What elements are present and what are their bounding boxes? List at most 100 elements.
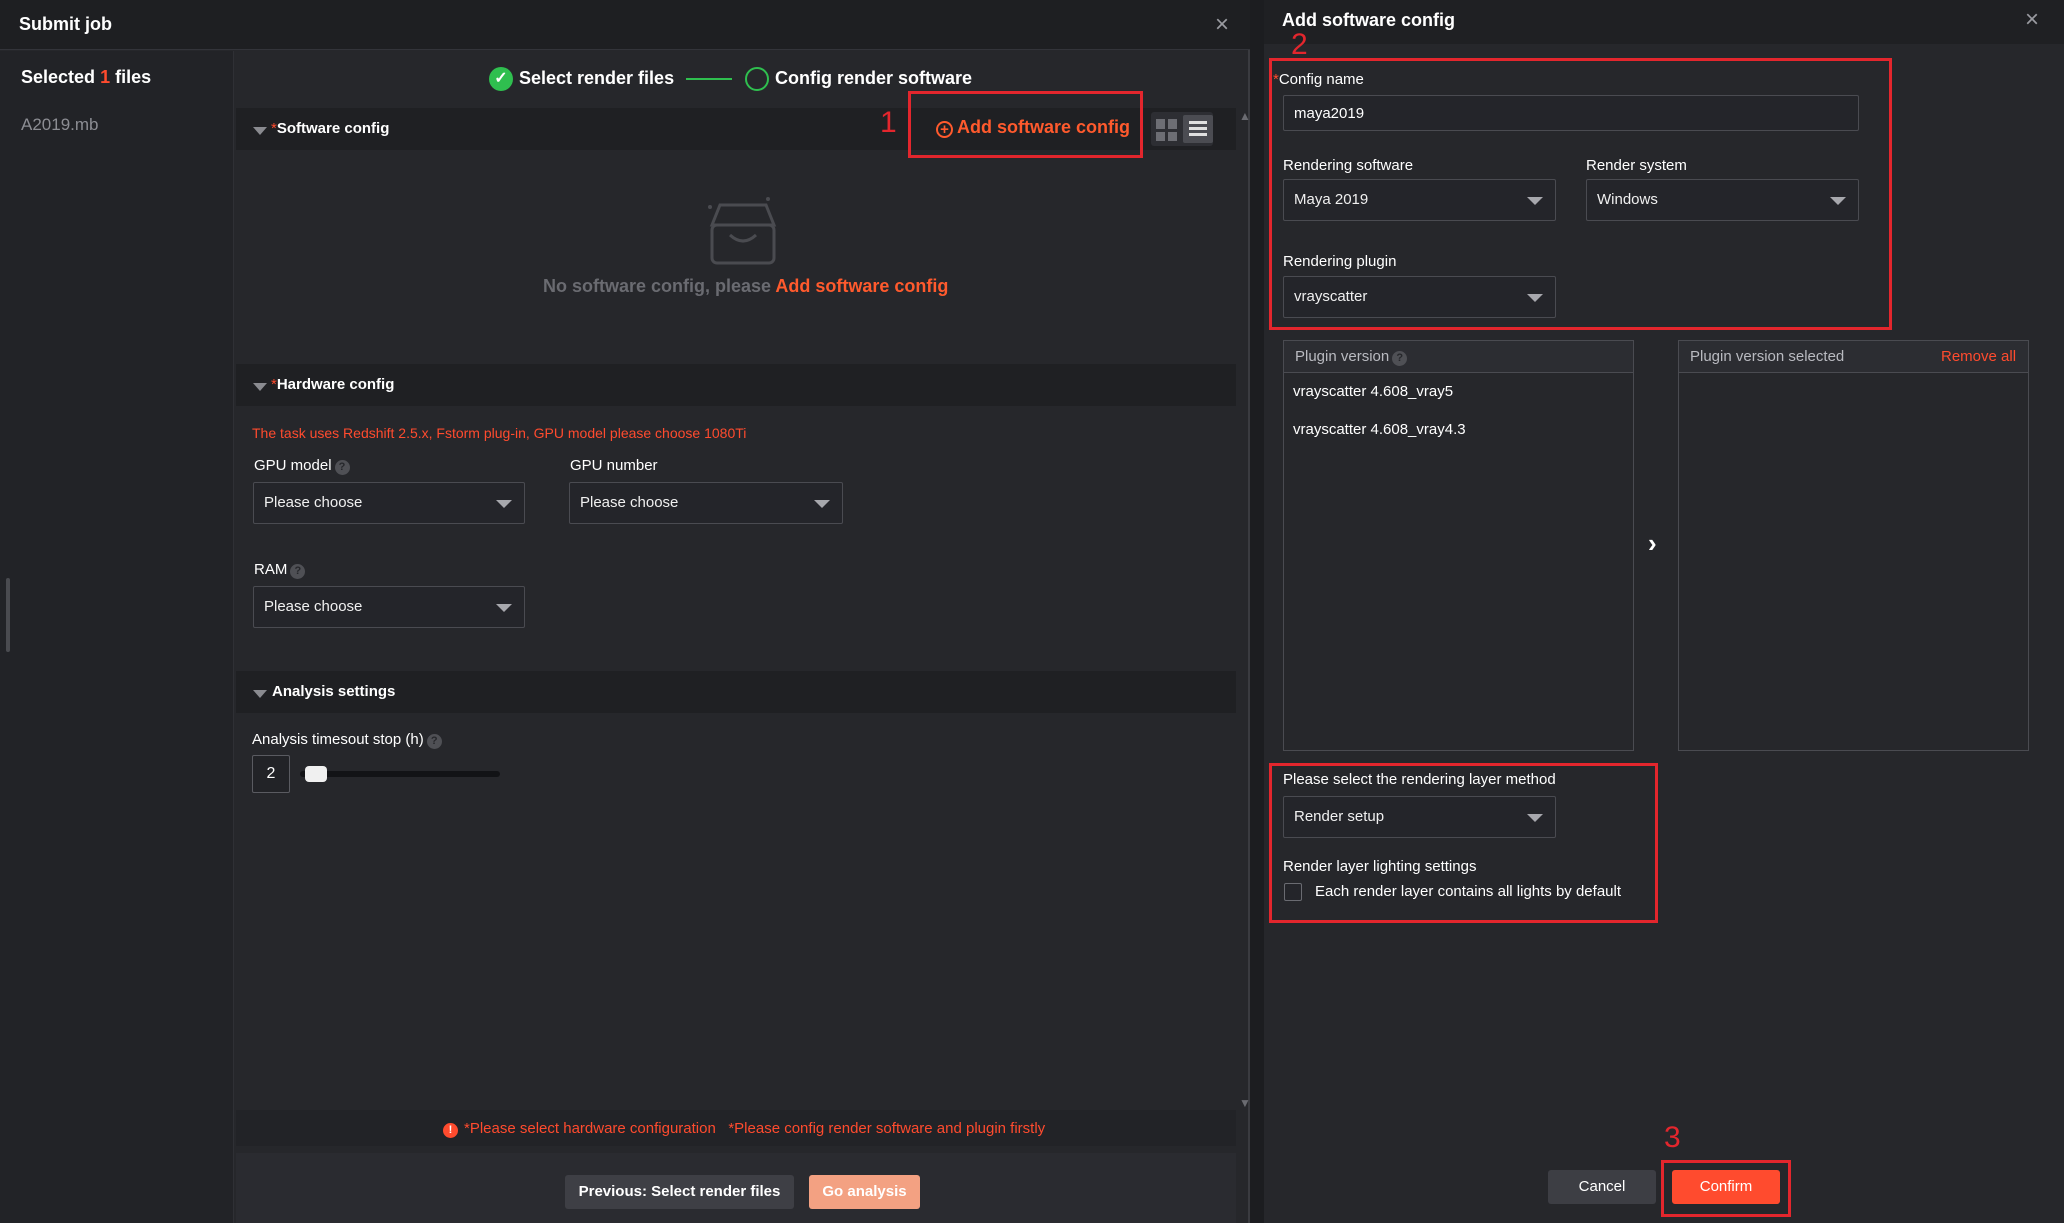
software-error-text: *Please config render software and plugi… [728,1120,1046,1137]
config-name-input[interactable]: maya2019 [1283,95,1859,131]
previous-button[interactable]: Previous: Select render files [565,1175,794,1209]
help-icon[interactable]: ? [1392,351,1408,366]
empty-state-text: No software config, please [543,276,772,296]
render-system-label: Render system [1586,157,1687,174]
chevron-right-icon[interactable]: › [1648,528,1657,559]
file-item[interactable]: A2019.mb [21,115,99,135]
error-icon: ! [443,1123,458,1138]
add-software-config-panel: Add software config × 2 *Config name may… [1264,0,2064,1223]
step-done-check-icon: ✓ [489,67,513,91]
hardware-config-title: *Hardware config [271,376,394,394]
analysis-timeout-input[interactable]: 2 [252,755,290,793]
add-software-config-button[interactable]: + Add software config [936,117,1130,138]
help-icon[interactable]: ? [290,564,306,579]
rendering-plugin-select[interactable]: vrayscatter [1283,276,1556,318]
analysis-settings-section-header[interactable]: Analysis settings [236,671,1236,713]
config-name-label-text: Config name [1278,71,1364,88]
rendering-plugin-label: Rendering plugin [1283,253,1397,270]
layer-method-label: Please select the rendering layer method [1283,771,1556,788]
config-name-value: maya2019 [1294,105,1365,122]
collapse-arrow-icon[interactable] [253,383,267,391]
ram-value: Please choose [264,598,363,615]
view-toggle [1151,112,1213,146]
panel-scrollbar[interactable] [6,578,10,652]
software-config-label: Software config [276,120,390,137]
analysis-timeout-label-text: Analysis timesout stop (h) [252,731,424,748]
config-name-label: *Config name [1273,71,1364,88]
annotation-marker-1: 1 [880,106,897,139]
gpu-model-select[interactable]: Please choose [253,482,525,524]
close-icon[interactable]: × [1210,13,1234,37]
hardware-config-section-header[interactable]: *Hardware config [236,364,1236,406]
files-count: 1 [100,67,111,87]
selected-files-panel: Selected 1 files A2019.mb [0,51,234,1223]
remove-all-button[interactable]: Remove all [1941,348,2016,365]
hardware-config-label: Hardware config [276,376,395,393]
gpu-number-value: Please choose [580,494,679,511]
files-prefix: Selected [21,67,96,87]
gpu-model-value: Please choose [264,494,363,511]
ram-label: RAM? [254,561,306,579]
help-icon[interactable]: ? [426,734,442,749]
confirm-button[interactable]: Confirm [1672,1170,1780,1204]
go-analysis-button[interactable]: Go analysis [809,1175,920,1209]
step-config-render-software[interactable]: Config render software [775,68,972,89]
plugin-version-header-label: Plugin version? [1295,348,1408,366]
rendering-plugin-value: vrayscatter [1294,288,1368,305]
footer-errors: ! *Please select hardware configuration *… [443,1120,1045,1138]
gpu-number-label: GPU number [570,457,658,474]
panel-gap [1250,0,1264,1223]
plugin-version-selected-label: Plugin version selected [1690,348,1845,365]
render-system-select[interactable]: Windows [1586,179,1859,221]
ram-select[interactable]: Please choose [253,586,525,628]
panel-title: Add software config [1282,10,1456,30]
chevron-down-icon [1527,197,1543,205]
empty-state-message: No software config, please Add software … [543,276,948,297]
hardware-warning: The task uses Redshift 2.5.x, Fstorm plu… [252,425,747,441]
step-select-render-files[interactable]: Select render files [519,68,674,89]
layer-method-select[interactable]: Render setup [1283,796,1556,838]
slider-handle[interactable] [305,766,328,782]
rendering-software-select[interactable]: Maya 2019 [1283,179,1556,221]
plugin-version-item[interactable]: vrayscatter 4.608_vray4.3 [1293,421,1466,438]
collapse-arrow-icon[interactable] [253,127,267,135]
chevron-down-icon [1527,294,1543,302]
plugin-version-selected-list: Plugin version selected Remove all [1678,340,2029,751]
plus-circle-icon: + [936,121,953,138]
analysis-timeout-slider[interactable] [300,771,500,777]
annotation-marker-3: 3 [1664,1121,1681,1154]
panel-titlebar: Add software config × [1264,0,2064,44]
render-system-value: Windows [1597,191,1658,208]
help-icon[interactable]: ? [334,460,350,475]
grid-view-icon[interactable] [1156,119,1178,141]
plugin-version-list: Plugin version? vrayscatter 4.608_vray5 … [1283,340,1634,751]
empty-state-add-link[interactable]: Add software config [775,276,948,296]
step-connector [686,78,732,80]
gpu-number-select[interactable]: Please choose [569,482,843,524]
analysis-timeout-label: Analysis timesout stop (h)? [252,731,442,749]
list-view-icon[interactable] [1183,115,1213,143]
modal-titlebar: Submit job × [0,0,1250,50]
gpu-model-label-text: GPU model [254,457,332,474]
plugin-version-item[interactable]: vrayscatter 4.608_vray5 [1293,383,1453,400]
plugin-version-label-text: Plugin version [1295,348,1390,365]
files-suffix: files [115,67,152,87]
software-config-title: *Software config [271,120,389,138]
cancel-button[interactable]: Cancel [1548,1170,1656,1204]
chevron-down-icon [814,500,830,508]
gpu-model-label: GPU model? [254,457,350,475]
rendering-software-value: Maya 2019 [1294,191,1369,208]
layer-method-value: Render setup [1294,808,1385,825]
annotation-marker-2: 2 [1291,28,1308,61]
lighting-checkbox[interactable] [1284,883,1302,901]
close-icon[interactable]: × [2020,8,2044,32]
plugin-version-header: Plugin version? [1284,341,1633,373]
add-software-config-label: Add software config [957,117,1131,137]
lighting-checkbox-label[interactable]: Each render layer contains all lights by… [1315,883,1621,900]
hardware-error-text: *Please select hardware configuration [464,1120,716,1137]
step-current-circle-icon [745,67,769,91]
selected-files-heading: Selected 1 files [21,67,151,88]
ram-label-text: RAM [254,561,288,578]
plugin-version-selected-header: Plugin version selected Remove all [1679,341,2028,373]
collapse-arrow-icon[interactable] [253,690,267,698]
